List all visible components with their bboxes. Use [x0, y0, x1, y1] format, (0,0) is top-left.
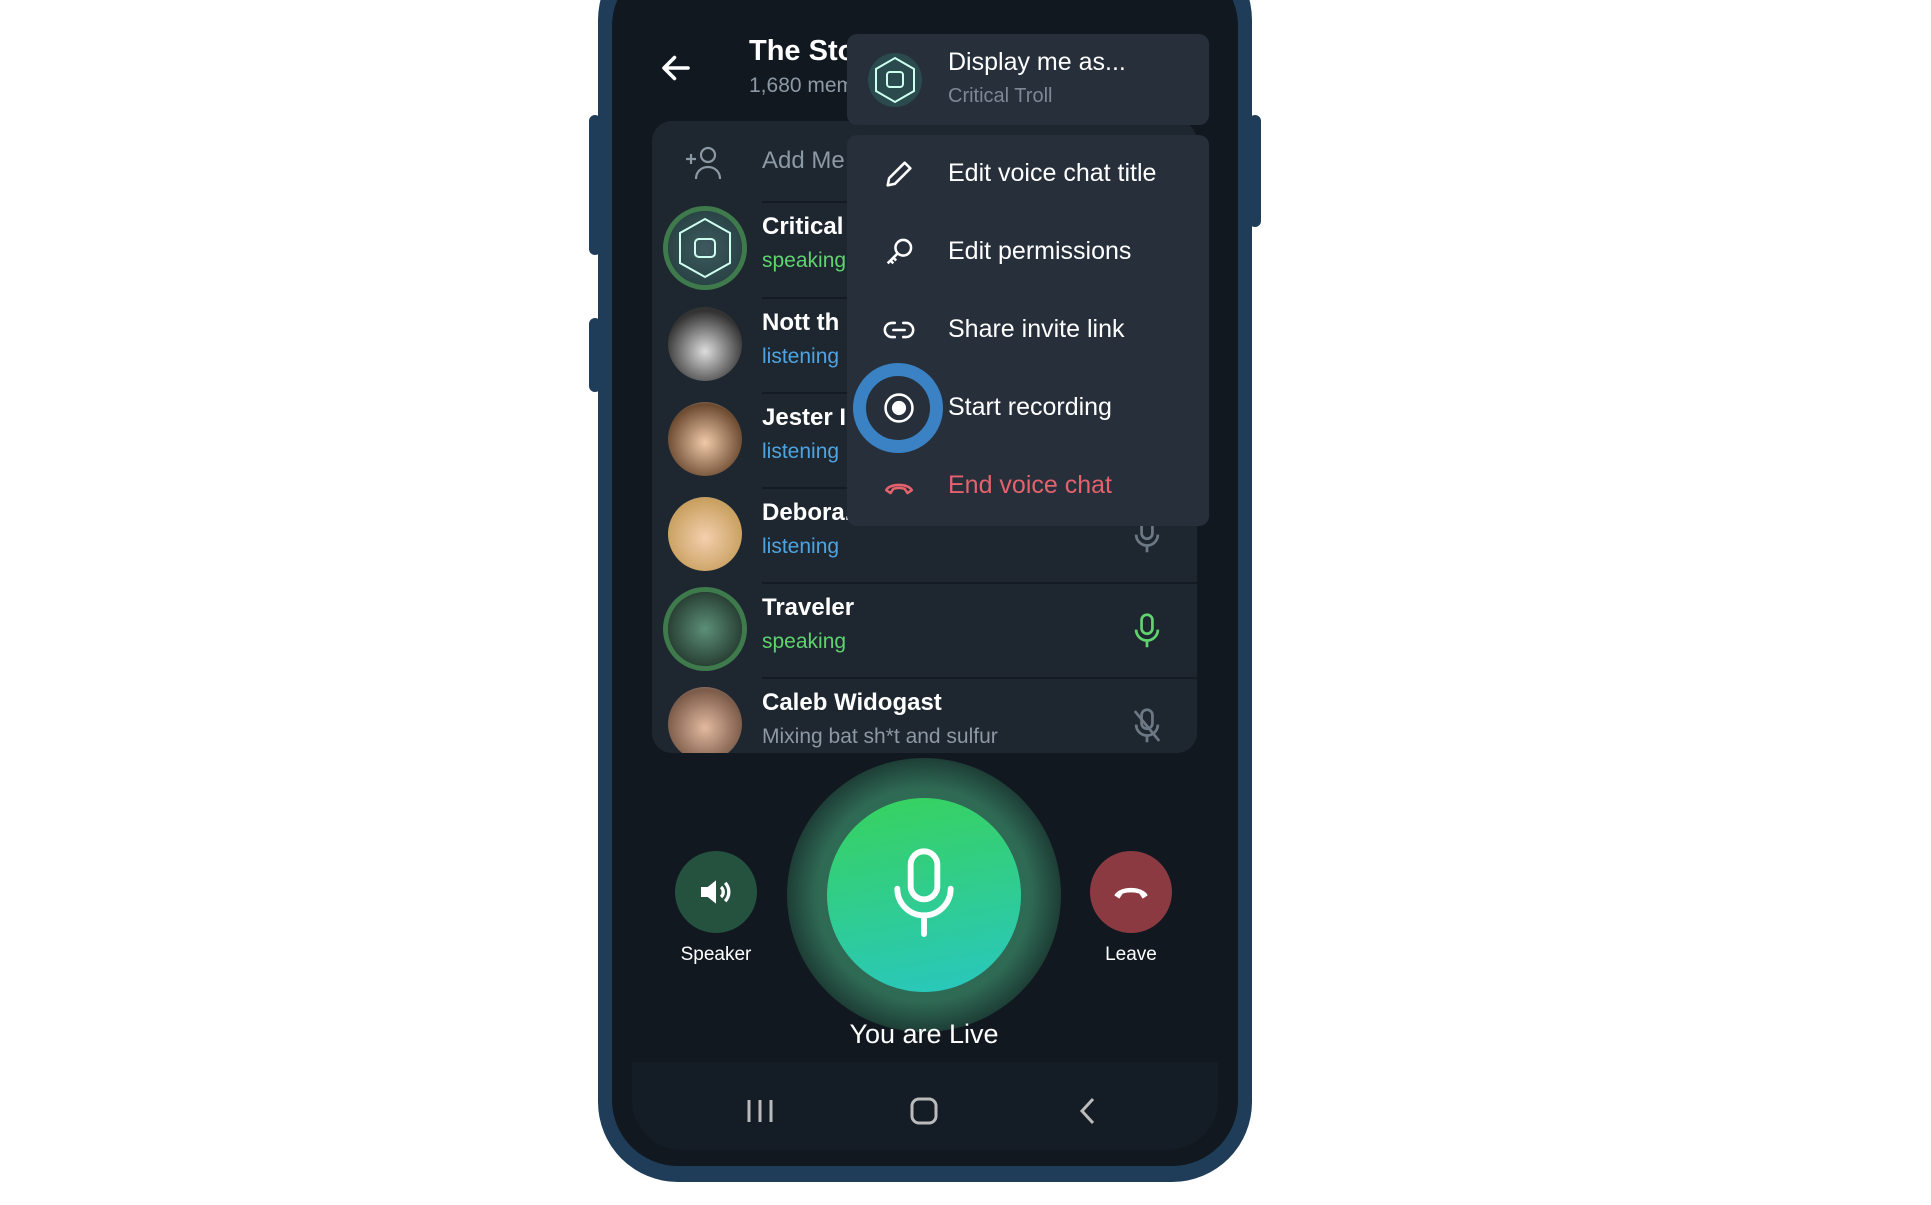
- leave-button[interactable]: [1090, 851, 1172, 933]
- avatar: [668, 402, 742, 476]
- options-menu: Edit voice chat title Edit permissions S…: [847, 135, 1209, 526]
- menu-item-label: End voice chat: [948, 471, 1112, 499]
- key-icon: [886, 238, 913, 265]
- speaker-button[interactable]: [675, 851, 757, 933]
- participant-name: Critical: [762, 213, 844, 240]
- participant-name: Jester I: [762, 404, 847, 431]
- chat-title: The Sto: [749, 35, 856, 67]
- avatar: [668, 687, 742, 753]
- home-icon[interactable]: [909, 1096, 939, 1126]
- menu-item-share-link[interactable]: Share invite link: [847, 291, 1209, 369]
- mic-icon: [894, 848, 954, 937]
- avatar: [668, 497, 742, 571]
- nav-back-icon[interactable]: [1078, 1096, 1098, 1126]
- add-user-icon: [686, 146, 722, 180]
- mic-muted-icon[interactable]: [1130, 707, 1164, 745]
- participant-name: Traveler: [762, 594, 855, 621]
- participant-status: speaking: [762, 249, 847, 272]
- menu-item-end-voice-chat[interactable]: End voice chat: [847, 447, 1209, 525]
- hangup-icon: [1114, 887, 1148, 899]
- member-count: 1,680 mem: [749, 74, 855, 97]
- participant-row[interactable]: Traveler speaking: [652, 582, 1197, 677]
- menu-item-edit-permissions[interactable]: Edit permissions: [847, 213, 1209, 291]
- participant-status: Mixing bat sh*t and sulfur: [762, 725, 998, 748]
- leave-label: Leave: [1105, 944, 1157, 965]
- avatar: [668, 211, 742, 285]
- participant-status: listening: [762, 535, 840, 558]
- pencil-icon: [886, 161, 912, 187]
- android-nav-bar: [632, 1062, 1218, 1150]
- speaker-label: Speaker: [680, 944, 752, 965]
- speaker-icon: [701, 880, 731, 904]
- avatar: [668, 592, 742, 666]
- back-arrow-icon[interactable]: [658, 50, 694, 86]
- display-as-value: Critical Troll: [948, 85, 1053, 107]
- display-as-menu-item[interactable]: Display me as... Critical Troll: [847, 34, 1209, 125]
- participant-status: listening: [762, 440, 840, 463]
- participant-name: Caleb Widogast: [762, 689, 942, 716]
- tap-highlight-ring: [853, 363, 943, 453]
- menu-item-label: Edit voice chat title: [948, 159, 1157, 187]
- live-status: You are Live: [849, 1019, 999, 1049]
- power-button: [1249, 115, 1261, 227]
- mic-icon[interactable]: [1130, 612, 1164, 650]
- critical-troll-avatar-icon: [868, 53, 922, 107]
- bixby-button: [589, 318, 601, 392]
- hangup-icon: [884, 483, 914, 495]
- participant-status: listening: [762, 345, 840, 368]
- main-mic-button[interactable]: [827, 798, 1021, 992]
- menu-item-label: Start recording: [948, 393, 1112, 421]
- menu-item-label: Edit permissions: [948, 237, 1132, 265]
- menu-item-edit-title[interactable]: Edit voice chat title: [847, 135, 1209, 213]
- add-member-label: Add Me: [762, 147, 845, 174]
- link-icon: [883, 321, 915, 339]
- avatar: [668, 307, 742, 381]
- recents-icon[interactable]: [745, 1098, 775, 1124]
- participant-status: speaking: [762, 630, 847, 653]
- participant-name: Debora..: [762, 499, 859, 526]
- menu-item-label: Share invite link: [948, 315, 1125, 343]
- participant-name: Nott th: [762, 309, 840, 336]
- display-as-label: Display me as...: [948, 48, 1126, 76]
- volume-button: [589, 115, 601, 255]
- participant-row[interactable]: Caleb Widogast Mixing bat sh*t and sulfu…: [652, 677, 1197, 753]
